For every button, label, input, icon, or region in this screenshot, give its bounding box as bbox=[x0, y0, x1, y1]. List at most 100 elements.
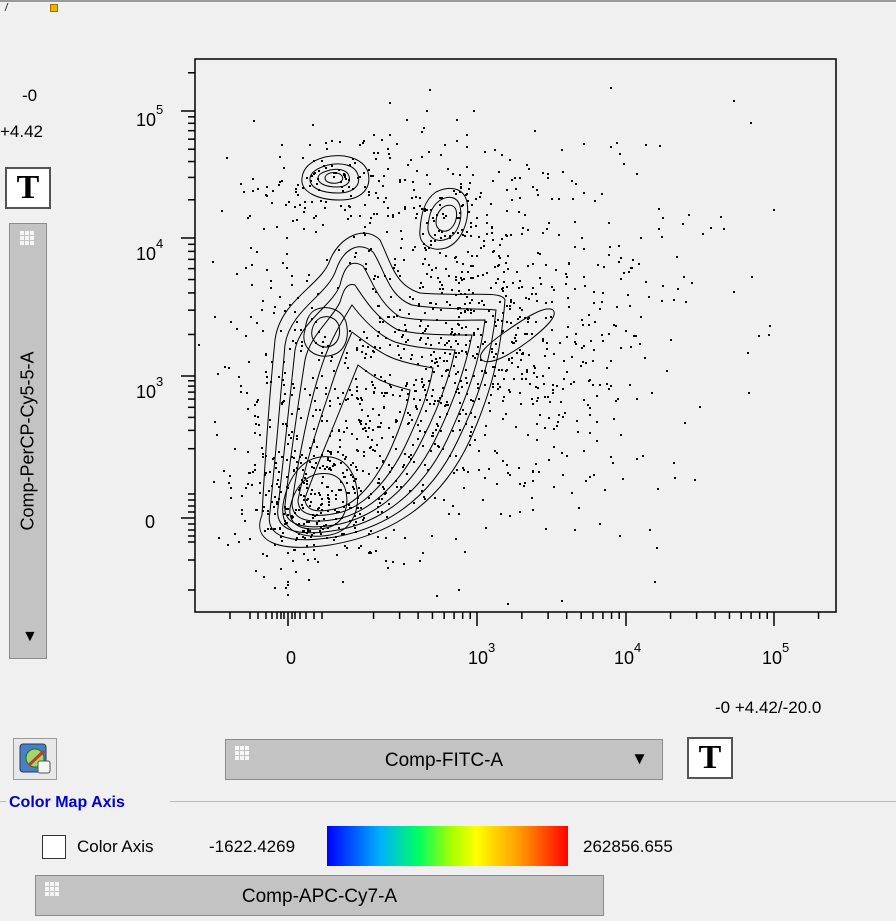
event-dot bbox=[492, 239, 494, 241]
event-dot bbox=[444, 144, 446, 146]
x-transform-button[interactable]: T bbox=[687, 737, 733, 779]
event-dot bbox=[751, 276, 753, 278]
event-dot bbox=[255, 423, 257, 425]
event-dot bbox=[266, 555, 268, 557]
event-dot bbox=[399, 395, 401, 397]
event-dot bbox=[573, 381, 575, 383]
event-dot bbox=[464, 551, 466, 553]
event-dot bbox=[454, 382, 456, 384]
event-dot bbox=[769, 325, 771, 327]
x-parameter-dropdown[interactable]: Comp-FITC-A ▼ bbox=[225, 739, 663, 780]
event-dot bbox=[400, 230, 402, 232]
event-dot bbox=[527, 229, 529, 231]
event-dot bbox=[539, 414, 541, 416]
event-dot bbox=[355, 252, 357, 254]
event-dot bbox=[596, 440, 598, 442]
event-dot bbox=[455, 373, 457, 375]
event-dot bbox=[374, 275, 376, 277]
event-dot bbox=[354, 162, 356, 164]
event-dot bbox=[419, 399, 421, 401]
event-dot bbox=[473, 332, 475, 334]
event-dot bbox=[631, 267, 633, 269]
plot-settings-icon[interactable] bbox=[13, 738, 57, 780]
event-dot bbox=[452, 430, 454, 432]
event-dot bbox=[286, 267, 288, 269]
event-dot bbox=[359, 403, 361, 405]
event-dot bbox=[241, 495, 243, 497]
event-dot bbox=[415, 406, 417, 408]
event-dot bbox=[343, 174, 345, 176]
event-dot bbox=[576, 420, 578, 422]
event-dot bbox=[376, 213, 378, 215]
event-dot bbox=[408, 422, 410, 424]
event-dot bbox=[511, 199, 513, 201]
event-dot bbox=[247, 483, 249, 485]
event-dot bbox=[651, 392, 653, 394]
event-dot bbox=[419, 287, 421, 289]
event-dot bbox=[430, 240, 432, 242]
event-dot bbox=[465, 344, 467, 346]
event-dot bbox=[419, 560, 421, 562]
event-dot bbox=[532, 480, 534, 482]
event-dot bbox=[515, 188, 517, 190]
event-dot bbox=[392, 394, 394, 396]
event-dot bbox=[682, 223, 684, 225]
event-dot bbox=[431, 435, 433, 437]
event-dot bbox=[364, 427, 366, 429]
event-dot bbox=[521, 309, 523, 311]
event-dot bbox=[348, 186, 350, 188]
event-dot bbox=[553, 486, 555, 488]
event-dot bbox=[432, 389, 434, 391]
event-dot bbox=[311, 201, 313, 203]
event-dot bbox=[443, 360, 445, 362]
event-dot bbox=[490, 203, 492, 205]
event-dot bbox=[293, 457, 295, 459]
event-dot bbox=[388, 464, 390, 466]
event-dot bbox=[227, 544, 229, 546]
event-dot bbox=[335, 498, 337, 500]
event-dot bbox=[503, 396, 505, 398]
event-dot bbox=[492, 386, 494, 388]
event-dot bbox=[421, 131, 423, 133]
event-dot bbox=[406, 119, 408, 121]
event-dot bbox=[469, 182, 471, 184]
color-axis-checkbox[interactable] bbox=[42, 835, 66, 859]
event-dot bbox=[472, 400, 474, 402]
event-dot bbox=[444, 352, 446, 354]
event-dot bbox=[484, 341, 486, 343]
event-dot bbox=[422, 263, 424, 265]
event-dot bbox=[441, 284, 443, 286]
event-dot bbox=[593, 302, 595, 304]
event-dot bbox=[473, 334, 475, 336]
event-dot bbox=[295, 188, 297, 190]
event-dot bbox=[437, 425, 439, 427]
event-dot bbox=[601, 301, 603, 303]
event-dot bbox=[477, 346, 479, 348]
event-dot bbox=[452, 505, 454, 507]
event-dot bbox=[339, 439, 341, 441]
event-dot bbox=[574, 221, 576, 223]
event-dot bbox=[404, 206, 406, 208]
event-dot bbox=[566, 455, 568, 457]
event-dot bbox=[556, 425, 558, 427]
color-parameter-dropdown[interactable]: Comp-APC-Cy7-A bbox=[35, 875, 604, 916]
event-dot bbox=[330, 469, 332, 471]
event-dot bbox=[445, 215, 447, 217]
y-tick-label-3: 103 bbox=[136, 374, 163, 402]
event-dot bbox=[409, 296, 411, 298]
event-dot bbox=[473, 110, 475, 112]
event-dot bbox=[437, 277, 439, 279]
event-dot bbox=[361, 351, 363, 353]
event-dot bbox=[292, 340, 294, 342]
event-dot bbox=[392, 561, 394, 563]
event-dot bbox=[419, 325, 421, 327]
event-dot bbox=[374, 387, 376, 389]
event-dot bbox=[536, 439, 538, 441]
event-dot bbox=[456, 140, 458, 142]
event-dot bbox=[609, 246, 611, 248]
event-dot bbox=[456, 469, 458, 471]
event-dot bbox=[440, 337, 442, 339]
event-dot bbox=[401, 336, 403, 338]
event-dot bbox=[542, 172, 544, 174]
event-dot bbox=[427, 337, 429, 339]
